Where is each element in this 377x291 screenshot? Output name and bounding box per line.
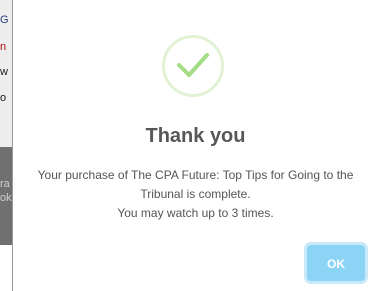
background-text-fragment: n <box>0 41 7 53</box>
dialog-message: Your purchase of The CPA Future: Top Tip… <box>27 166 364 223</box>
background-text-fragment: w <box>0 66 8 78</box>
purchase-success-dialog: Thank you Your purchase of The CPA Futur… <box>12 0 377 291</box>
success-checkmark-icon <box>162 35 224 97</box>
background-text-fragment: ra <box>0 178 10 190</box>
page-backdrop: G n w o ra ok Thank you Your purchase of… <box>0 0 377 291</box>
background-text-fragment: o <box>0 92 7 104</box>
background-page-strip: G n w o ra ok <box>0 0 12 291</box>
ok-button[interactable]: OK <box>307 245 365 281</box>
background-text-fragment: G <box>0 14 9 26</box>
dialog-title: Thank you <box>145 125 246 147</box>
checkmark-icon <box>177 53 209 77</box>
message-line: Tribunal is complete. <box>140 187 251 201</box>
background-text-fragment: ok <box>0 192 12 204</box>
message-line: You may watch up to 3 times. <box>117 206 274 220</box>
message-line: Your purchase of The CPA Future: Top Tip… <box>37 168 354 182</box>
